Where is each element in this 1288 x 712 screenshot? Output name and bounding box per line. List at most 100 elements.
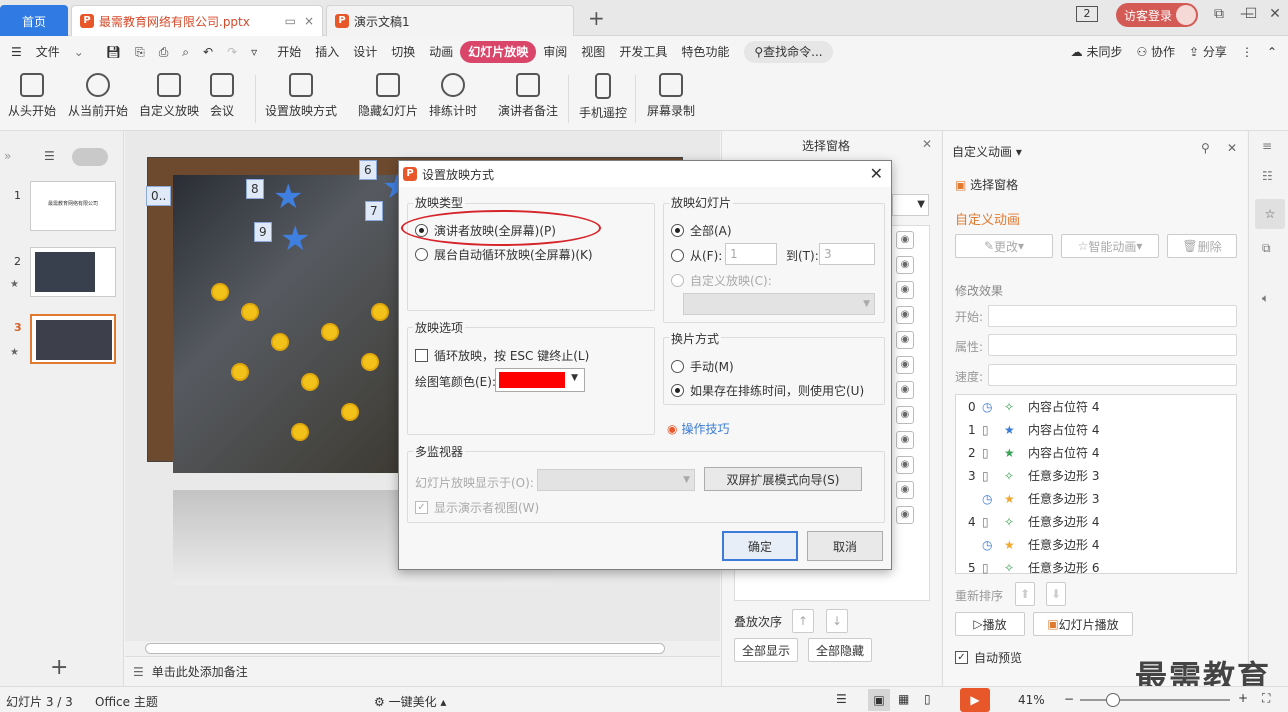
restore-icon[interactable]: ⧉ — [1208, 6, 1230, 24]
animation-tag[interactable]: 6 — [359, 160, 377, 180]
share-button[interactable]: ⇪ 分享 — [1182, 41, 1234, 63]
play-from-start-button[interactable]: 从头开始 — [8, 73, 56, 119]
settings-sliders-icon[interactable]: ☷ — [1262, 169, 1273, 183]
menu-animation[interactable]: 动画 — [422, 41, 460, 63]
normal-view-icon[interactable]: ▣ — [868, 689, 890, 711]
cancel-button[interactable]: 取消 — [807, 531, 883, 561]
slide-thumbnail-2[interactable] — [30, 247, 116, 297]
custom-show-select[interactable]: ▼ — [683, 293, 875, 315]
fit-window-icon[interactable]: ⛶ — [1262, 691, 1270, 706]
zoom-level[interactable]: 41% — [1018, 693, 1045, 707]
close-icon[interactable]: ✕ — [1227, 141, 1237, 155]
export-icon[interactable]: ⎘ — [128, 41, 152, 63]
preview-icon[interactable]: ⌕ — [175, 41, 196, 63]
all-slides-radio[interactable]: 全部(A) — [671, 222, 732, 239]
meeting-button[interactable]: 会议 — [210, 73, 234, 119]
animation-tag[interactable]: 8 — [246, 179, 264, 199]
menu-slideshow[interactable]: 幻灯片放映 — [460, 41, 537, 63]
search-command[interactable]: ⚲查找命令... — [744, 41, 833, 63]
animation-list-item[interactable]: 3 ▯ ✧ 任意多边形 3 — [968, 464, 1099, 487]
visibility-eye-icon[interactable]: ◉ — [896, 431, 914, 449]
visibility-eye-icon[interactable]: ◉ — [896, 506, 914, 524]
visibility-eye-icon[interactable]: ◉ — [896, 406, 914, 424]
play-button[interactable]: ▷ 播放 — [955, 612, 1025, 636]
animation-list-item[interactable]: 1 ▯ ★ 内容占位符 4 — [968, 418, 1099, 441]
reorder-down-button[interactable]: ⬇ — [1046, 582, 1066, 606]
slideshow-play-button[interactable]: ▣ 幻灯片播放 — [1033, 612, 1133, 636]
save-icon[interactable]: 💾︎ — [99, 41, 128, 63]
zoom-slider[interactable] — [1080, 699, 1230, 701]
undo-icon[interactable]: ↶ — [196, 41, 220, 63]
kiosk-radio[interactable]: 展台自动循环放映(全屏幕)(K) — [415, 246, 593, 263]
visibility-eye-icon[interactable]: ◉ — [896, 481, 914, 499]
collab-button[interactable]: ⚇ 协作 — [1129, 41, 1182, 63]
reading-view-icon[interactable]: ▯ — [924, 692, 931, 706]
new-tab-icon[interactable]: + — [588, 6, 605, 30]
scroll-thumb[interactable] — [145, 643, 665, 654]
window-count-badge[interactable]: 2 — [1076, 6, 1098, 22]
delete-button[interactable]: 🗑︎ 删除 — [1167, 234, 1237, 258]
menu-view[interactable]: 视图 — [574, 41, 612, 63]
close-icon[interactable]: ✕ — [922, 137, 932, 151]
show-all-button[interactable]: 全部显示 — [734, 638, 798, 662]
zoom-slider-handle[interactable] — [1106, 693, 1120, 707]
slide-thumbnail-1[interactable]: 最需教育网络有限公司 — [30, 181, 116, 231]
speaker-notes-button[interactable]: 演讲者备注 — [498, 73, 558, 119]
menu-start[interactable]: 开始 — [270, 41, 308, 63]
sync-status[interactable]: ☁ 未同步 — [1064, 41, 1130, 63]
more-quick-icon[interactable]: ▿ — [244, 41, 264, 63]
grid-view-icon[interactable]: ▦ — [898, 692, 909, 706]
collapse-ribbon-icon[interactable]: ⌃ — [1260, 41, 1284, 63]
timing-radio[interactable]: 如果存在排练时间，则使用它(U) — [671, 382, 864, 399]
chevron-down-icon[interactable]: ⌄ — [67, 41, 91, 63]
theme-name[interactable]: Office 主题 — [95, 693, 158, 710]
tips-link[interactable]: ◉ 操作技巧 — [667, 420, 730, 437]
visibility-eye-icon[interactable]: ◉ — [896, 281, 914, 299]
menu-features[interactable]: 特色功能 — [674, 41, 736, 63]
star-shape[interactable]: ★ — [273, 180, 303, 214]
monitor-icon[interactable]: ▭ — [285, 14, 296, 28]
property-select[interactable] — [988, 334, 1237, 356]
slide-view-toggle[interactable] — [72, 148, 108, 166]
move-up-button[interactable]: ↑ — [792, 609, 814, 633]
menu-insert[interactable]: 插入 — [308, 41, 346, 63]
animation-tag[interactable]: 7 — [365, 201, 383, 221]
outline-view-icon[interactable]: ☰ — [44, 149, 55, 163]
reorder-up-button[interactable]: ⬆ — [1015, 582, 1035, 606]
visibility-eye-icon[interactable]: ◉ — [896, 456, 914, 474]
menu-file[interactable]: 文件 — [29, 41, 67, 63]
beautify-button[interactable]: ⚙ 一键美化 ▴ — [374, 693, 446, 710]
slide-thumbnail-3[interactable] — [30, 314, 116, 364]
loop-checkbox[interactable]: 循环放映，按 ESC 键终止(L) — [415, 347, 589, 364]
notes-area[interactable]: ☰ 单击此处添加备注 — [125, 656, 720, 686]
visibility-eye-icon[interactable]: ◉ — [896, 331, 914, 349]
speed-select[interactable] — [988, 364, 1237, 386]
screen-record-button[interactable]: 屏幕录制 — [647, 73, 695, 119]
animation-tag[interactable]: 0.. — [146, 186, 172, 206]
menu-review[interactable]: 审阅 — [536, 41, 574, 63]
add-slide-icon[interactable]: + — [50, 655, 68, 680]
play-slideshow-icon[interactable]: ▶ — [960, 688, 990, 712]
close-tab-icon[interactable]: × — [304, 14, 314, 28]
move-down-button[interactable]: ↓ — [826, 609, 848, 633]
custom-show-radio[interactable]: 自定义放映(C): — [671, 272, 772, 289]
animation-list-item[interactable]: 4 ▯ ✧ 任意多边形 4 — [968, 510, 1099, 533]
smart-animation-button[interactable]: ☆ 智能动画 ▾ — [1061, 234, 1159, 258]
hide-slide-button[interactable]: 隐藏幻灯片 — [358, 73, 418, 119]
star-shape[interactable]: ★ — [280, 222, 310, 256]
animation-list-item[interactable]: ◷ ★ 任意多边形 3 — [968, 487, 1099, 510]
play-current-button[interactable]: 从当前开始 — [68, 73, 128, 119]
animation-tag[interactable]: 9 — [254, 222, 272, 242]
phone-remote-button[interactable]: 手机遥控 — [579, 73, 627, 121]
visibility-eye-icon[interactable]: ◉ — [896, 356, 914, 374]
align-icon[interactable]: ☰ — [836, 692, 847, 706]
menu-transition[interactable]: 切换 — [384, 41, 422, 63]
ok-button[interactable]: 确定 — [722, 531, 798, 561]
change-button[interactable]: ✎ 更改 ▾ — [955, 234, 1053, 258]
from-input[interactable]: 1 — [725, 243, 777, 265]
animation-list-item[interactable]: ◷ ★ 任意多边形 4 — [968, 533, 1099, 556]
maximize-icon[interactable]: ☐ — [1240, 6, 1262, 24]
menu-developer[interactable]: 开发工具 — [612, 41, 674, 63]
setup-show-button[interactable]: 设置放映方式 — [265, 73, 337, 119]
visibility-eye-icon[interactable]: ◉ — [896, 306, 914, 324]
